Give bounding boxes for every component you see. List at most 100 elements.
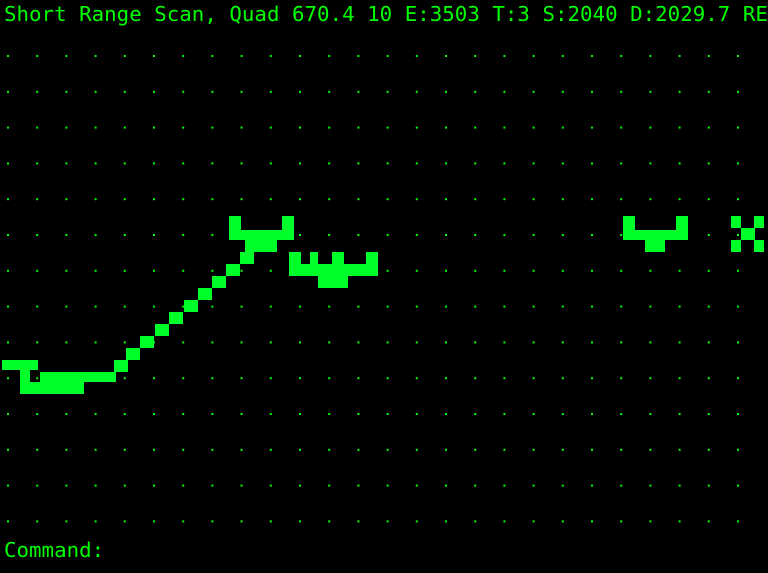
grid-dot xyxy=(386,126,389,129)
grid-dot xyxy=(357,162,360,165)
grid-dot xyxy=(561,90,564,93)
grid-dot xyxy=(123,484,126,487)
grid-dot xyxy=(328,341,331,344)
grid-dot xyxy=(445,90,447,93)
grid-dot xyxy=(36,234,39,236)
command-cursor xyxy=(104,540,116,560)
grid-dot xyxy=(299,162,301,165)
grid-dot xyxy=(240,484,243,487)
grid-dot xyxy=(357,126,360,129)
grid-dot xyxy=(65,305,68,308)
grid-dot xyxy=(591,269,593,272)
grid-dot xyxy=(240,269,243,272)
grid-dot xyxy=(707,413,710,415)
command-prompt: Command: xyxy=(4,538,105,562)
grid-dot xyxy=(649,484,652,487)
grid-dot xyxy=(737,126,739,129)
grid-dot xyxy=(620,162,623,165)
grid-dot xyxy=(445,341,447,344)
grid-dot xyxy=(36,377,39,380)
grid-dot xyxy=(591,448,593,451)
grid-dot xyxy=(269,55,272,57)
grid-dot xyxy=(386,162,389,165)
grid-dot xyxy=(7,413,9,415)
grid-dot xyxy=(211,305,214,308)
grid-dot xyxy=(123,55,126,57)
grid-dot xyxy=(649,520,652,523)
grid-dot xyxy=(415,234,418,236)
grid-dot xyxy=(532,413,535,415)
grid-dot xyxy=(591,90,593,93)
grid-dot xyxy=(94,126,97,129)
grid-dot xyxy=(649,413,652,415)
grid-dot xyxy=(211,520,214,523)
grid-dot xyxy=(94,234,97,236)
grid-dot xyxy=(94,484,97,487)
grid-dot xyxy=(357,198,360,201)
grid-dot xyxy=(182,448,185,451)
grid-dot xyxy=(123,234,126,236)
grid-dot xyxy=(36,126,39,129)
grid-dot xyxy=(211,269,214,272)
grid-dot xyxy=(474,269,477,272)
grid-dot xyxy=(153,448,155,451)
grid-dot xyxy=(474,341,477,344)
grid-dot xyxy=(415,520,418,523)
grid-dot xyxy=(36,90,39,93)
grid-dot xyxy=(299,90,301,93)
grid-dot xyxy=(737,377,739,380)
grid-dot xyxy=(532,520,535,523)
grid-dot xyxy=(153,126,155,129)
grid-dot xyxy=(357,448,360,451)
grid-dot xyxy=(707,126,710,129)
grid-dot xyxy=(532,269,535,272)
grid-dot xyxy=(737,520,739,523)
grid-dot xyxy=(561,377,564,380)
grid-dot xyxy=(182,377,185,380)
grid-dot xyxy=(65,413,68,415)
grid-dot xyxy=(182,305,185,308)
grid-dot xyxy=(532,448,535,451)
grid-dot xyxy=(561,55,564,57)
grid-dot xyxy=(591,162,593,165)
grid-dot xyxy=(561,198,564,201)
grid-dot xyxy=(211,484,214,487)
grid-dot xyxy=(269,413,272,415)
grid-dot xyxy=(737,484,739,487)
grid-dot xyxy=(707,520,710,523)
grid-dot xyxy=(328,448,331,451)
grid-dot xyxy=(386,234,389,236)
grid-dot xyxy=(591,484,593,487)
grid-dot xyxy=(707,341,710,344)
grid-dot xyxy=(707,234,710,236)
grid-dot xyxy=(269,305,272,308)
grid-dot xyxy=(7,269,9,272)
grid-dot xyxy=(7,126,9,129)
grid-dot xyxy=(445,377,447,380)
command-line[interactable]: Command: xyxy=(4,537,116,563)
grid-dot xyxy=(445,448,447,451)
grid-dot xyxy=(474,126,477,129)
grid-dot xyxy=(386,413,389,415)
grid-dot xyxy=(299,413,301,415)
grid-dot xyxy=(211,126,214,129)
grid-dot xyxy=(707,305,710,308)
grid-dot xyxy=(532,162,535,165)
grid-dot xyxy=(503,198,506,201)
grid-dot xyxy=(182,126,185,129)
grid-dot xyxy=(357,55,360,57)
grid-dot xyxy=(561,448,564,451)
enemy-ship-3-icon xyxy=(623,216,688,252)
grid-dot xyxy=(503,484,506,487)
grid-dot xyxy=(153,484,155,487)
grid-dot xyxy=(299,341,301,344)
grid-dot xyxy=(707,377,710,380)
grid-dot xyxy=(737,90,739,93)
grid-dot xyxy=(415,484,418,487)
grid-dot xyxy=(737,269,739,272)
grid-dot xyxy=(7,341,9,344)
grid-dot xyxy=(678,269,681,272)
grid-dot xyxy=(415,305,418,308)
grid-dot xyxy=(182,269,185,272)
grid-dot xyxy=(415,90,418,93)
